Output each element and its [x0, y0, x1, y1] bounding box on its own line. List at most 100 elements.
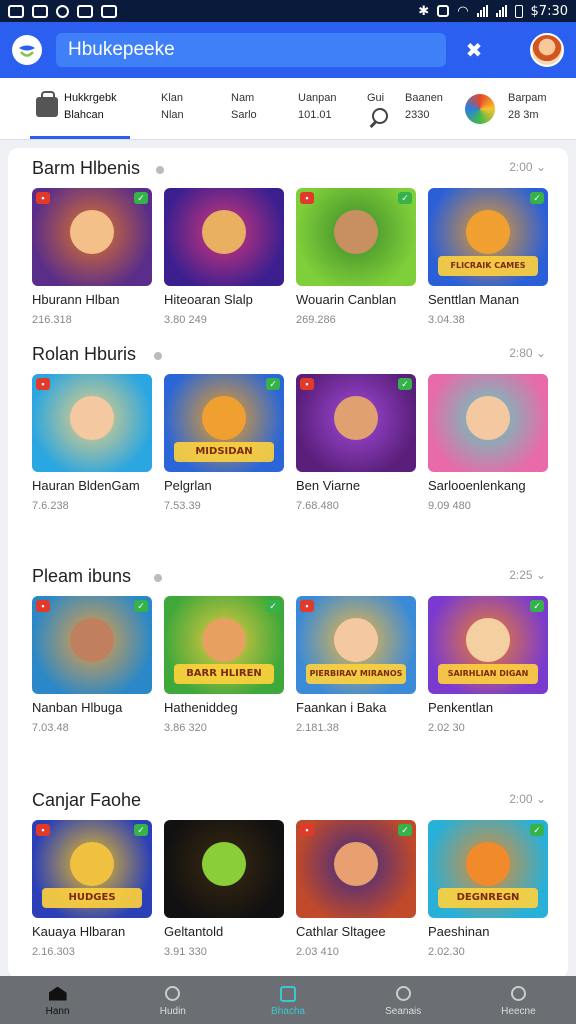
category-item[interactable]: Hukkrgebk Blahcan [36, 90, 117, 124]
nav-home[interactable]: Hann [0, 976, 115, 1024]
character-art [334, 210, 378, 254]
search-field[interactable]: Hbukepeeke [56, 33, 446, 67]
section-more-label: 2:00 [509, 160, 533, 174]
category-line1: Klan [161, 92, 184, 104]
explore-icon [393, 984, 413, 1004]
game-tile[interactable]: Sarlooenlenkang 9.09 480 [428, 374, 548, 514]
circle-icon [56, 4, 69, 18]
game-title: Senttlan Manan [428, 292, 520, 307]
installed-badge-icon: ✓ [398, 824, 412, 836]
game-tile[interactable]: DEGNREGN ✓ Paeshinan 2.02.30 [428, 820, 548, 960]
category-line2: Sarlo [231, 109, 257, 121]
game-meta: 9.09 480 [428, 500, 471, 512]
game-section: Barm Hlbenis 2:00 ⌄ ▪ ✓ Hburann Hlban 216.318… [8, 158, 568, 328]
search-icon [163, 984, 183, 1004]
category-item[interactable]: Baanen 2330 [405, 90, 443, 124]
game-title: Paeshinan [428, 924, 490, 939]
nav-profile[interactable]: Heecne [461, 976, 576, 1024]
nav-search[interactable]: Hudin [115, 976, 230, 1024]
game-tile[interactable]: ▪ ✓ Ben Viarne 7.68.480 [296, 374, 416, 514]
game-title: Wouarin Canblan [296, 292, 397, 307]
category-item[interactable]: Klan Nlan [161, 90, 184, 124]
character-art [70, 210, 114, 254]
category-label: Hukkrgebk Blahcan [64, 90, 117, 124]
game-meta: 2.16.303 [32, 946, 75, 958]
game-meta: 2.181.38 [296, 722, 339, 734]
character-art [466, 396, 510, 440]
character-art [466, 210, 510, 254]
game-tile[interactable]: ▪ ✓ Nanban Hlbuga 7.03.48 [32, 596, 152, 736]
installed-badge-icon: ✓ [530, 600, 544, 612]
game-title: Sarlooenlenkang [428, 478, 526, 493]
category-item[interactable]: Gui [367, 90, 384, 107]
new-badge-icon: ▪ [36, 824, 50, 836]
section-more-link[interactable]: 2:00 ⌄ [509, 160, 546, 174]
character-art [202, 842, 246, 886]
game-tile[interactable]: Hiteoaran Slalp 3.80 249 [164, 188, 284, 328]
game-thumbnail: ▪ ✓ [32, 188, 152, 286]
installed-badge-icon: ✓ [134, 600, 148, 612]
app-logo[interactable] [12, 35, 42, 65]
nav-explore[interactable]: Seanais [346, 976, 461, 1024]
search-icon[interactable] [372, 108, 388, 124]
category-item[interactable]: Nam Sarlo [231, 90, 257, 124]
game-thumbnail: HUDGES ▪ ✓ [32, 820, 152, 918]
character-art [70, 842, 114, 886]
character-art [466, 842, 510, 886]
character-art [202, 210, 246, 254]
game-thumbnail: ▪ [32, 374, 152, 472]
game-logo-text: MIDSIDAN [174, 442, 274, 462]
category-avatar[interactable] [465, 94, 495, 124]
category-item[interactable]: Barpam 28 3m [508, 90, 547, 124]
new-badge-icon: ▪ [36, 378, 50, 390]
section-indicator-dot [154, 574, 162, 582]
game-thumbnail: ▪ ✓ [296, 188, 416, 286]
section-title: Rolan Hburis [32, 344, 137, 364]
game-meta: 3.04.38 [428, 314, 465, 326]
chevron-down-icon: ⌄ [532, 160, 546, 174]
bluetooth-icon: ✱ [418, 3, 430, 19]
game-tile[interactable]: ▪ ✓ Wouarin Canblan 269.286 [296, 188, 416, 328]
game-meta: 7.6.238 [32, 500, 69, 512]
game-controller-icon[interactable]: ✖ [462, 38, 486, 62]
category-line1: Uanpan [298, 92, 337, 104]
app-header: Hbukepeeke ✖ [0, 22, 576, 78]
nav-library[interactable]: Bhacha [230, 976, 345, 1024]
game-tile[interactable]: HUDGES ▪ ✓ Kauaya Hlbaran 2.16.303 [32, 820, 152, 960]
game-tile[interactable]: FLICRAIK CAMES ✓ Senttlan Manan 3.04.38 [428, 188, 548, 328]
character-art [334, 396, 378, 440]
section-indicator-dot [154, 352, 162, 360]
game-thumbnail [428, 374, 548, 472]
section-more-link[interactable]: 2:80 ⌄ [509, 346, 546, 360]
section-more-link[interactable]: 2:00 ⌄ [509, 792, 546, 806]
game-thumbnail: PIERBIRAV MIRANOS ▪ [296, 596, 416, 694]
game-tile[interactable]: ▪ Hauran BldenGam 7.6.238 [32, 374, 152, 514]
category-label: Baanen 2330 [405, 90, 443, 124]
game-thumbnail [164, 820, 284, 918]
character-art [70, 396, 114, 440]
game-tile[interactable]: PIERBIRAV MIRANOS ▪ Faankan i Baka 2.181.38 [296, 596, 416, 736]
search-value: Hbukepeeke [68, 39, 175, 60]
game-tile[interactable]: ▪ ✓ Cathlar Sltagee 2.03 410 [296, 820, 416, 960]
game-tile[interactable]: ▪ ✓ Hburann Hlban 216.318 [32, 188, 152, 328]
section-more-label: 2:80 [509, 346, 533, 360]
game-meta: 7.53.39 [164, 500, 201, 512]
game-title: Hauran BldenGam [32, 478, 140, 493]
game-tile[interactable]: MIDSIDAN ✓ Pelgrlan 7.53.39 [164, 374, 284, 514]
game-thumbnail: SAIRHLIAN DIGAN ✓ [428, 596, 548, 694]
app-icon [77, 4, 93, 18]
game-tile[interactable]: SAIRHLIAN DIGAN ✓ Penkentlan 2.02 30 [428, 596, 548, 736]
category-item[interactable]: Uanpan 101.01 [298, 90, 337, 124]
section-title: Pleam ibuns [32, 566, 132, 586]
section-more-link[interactable]: 2:25 ⌄ [509, 568, 546, 582]
game-logo-text: BARR HLIREN [174, 664, 274, 684]
character-art [70, 618, 114, 662]
game-tile[interactable]: Geltantold 3.91 330 [164, 820, 284, 960]
game-meta: 269.286 [296, 314, 336, 326]
game-logo-text: HUDGES [42, 888, 142, 908]
game-tile[interactable]: BARR HLIREN ✓ Hatheniddeg 3.86 320 [164, 596, 284, 736]
game-logo-text: SAIRHLIAN DIGAN [438, 664, 538, 684]
game-title: Kauaya Hlbaran [32, 924, 126, 939]
installed-badge-icon: ✓ [134, 824, 148, 836]
profile-avatar[interactable] [530, 33, 564, 67]
